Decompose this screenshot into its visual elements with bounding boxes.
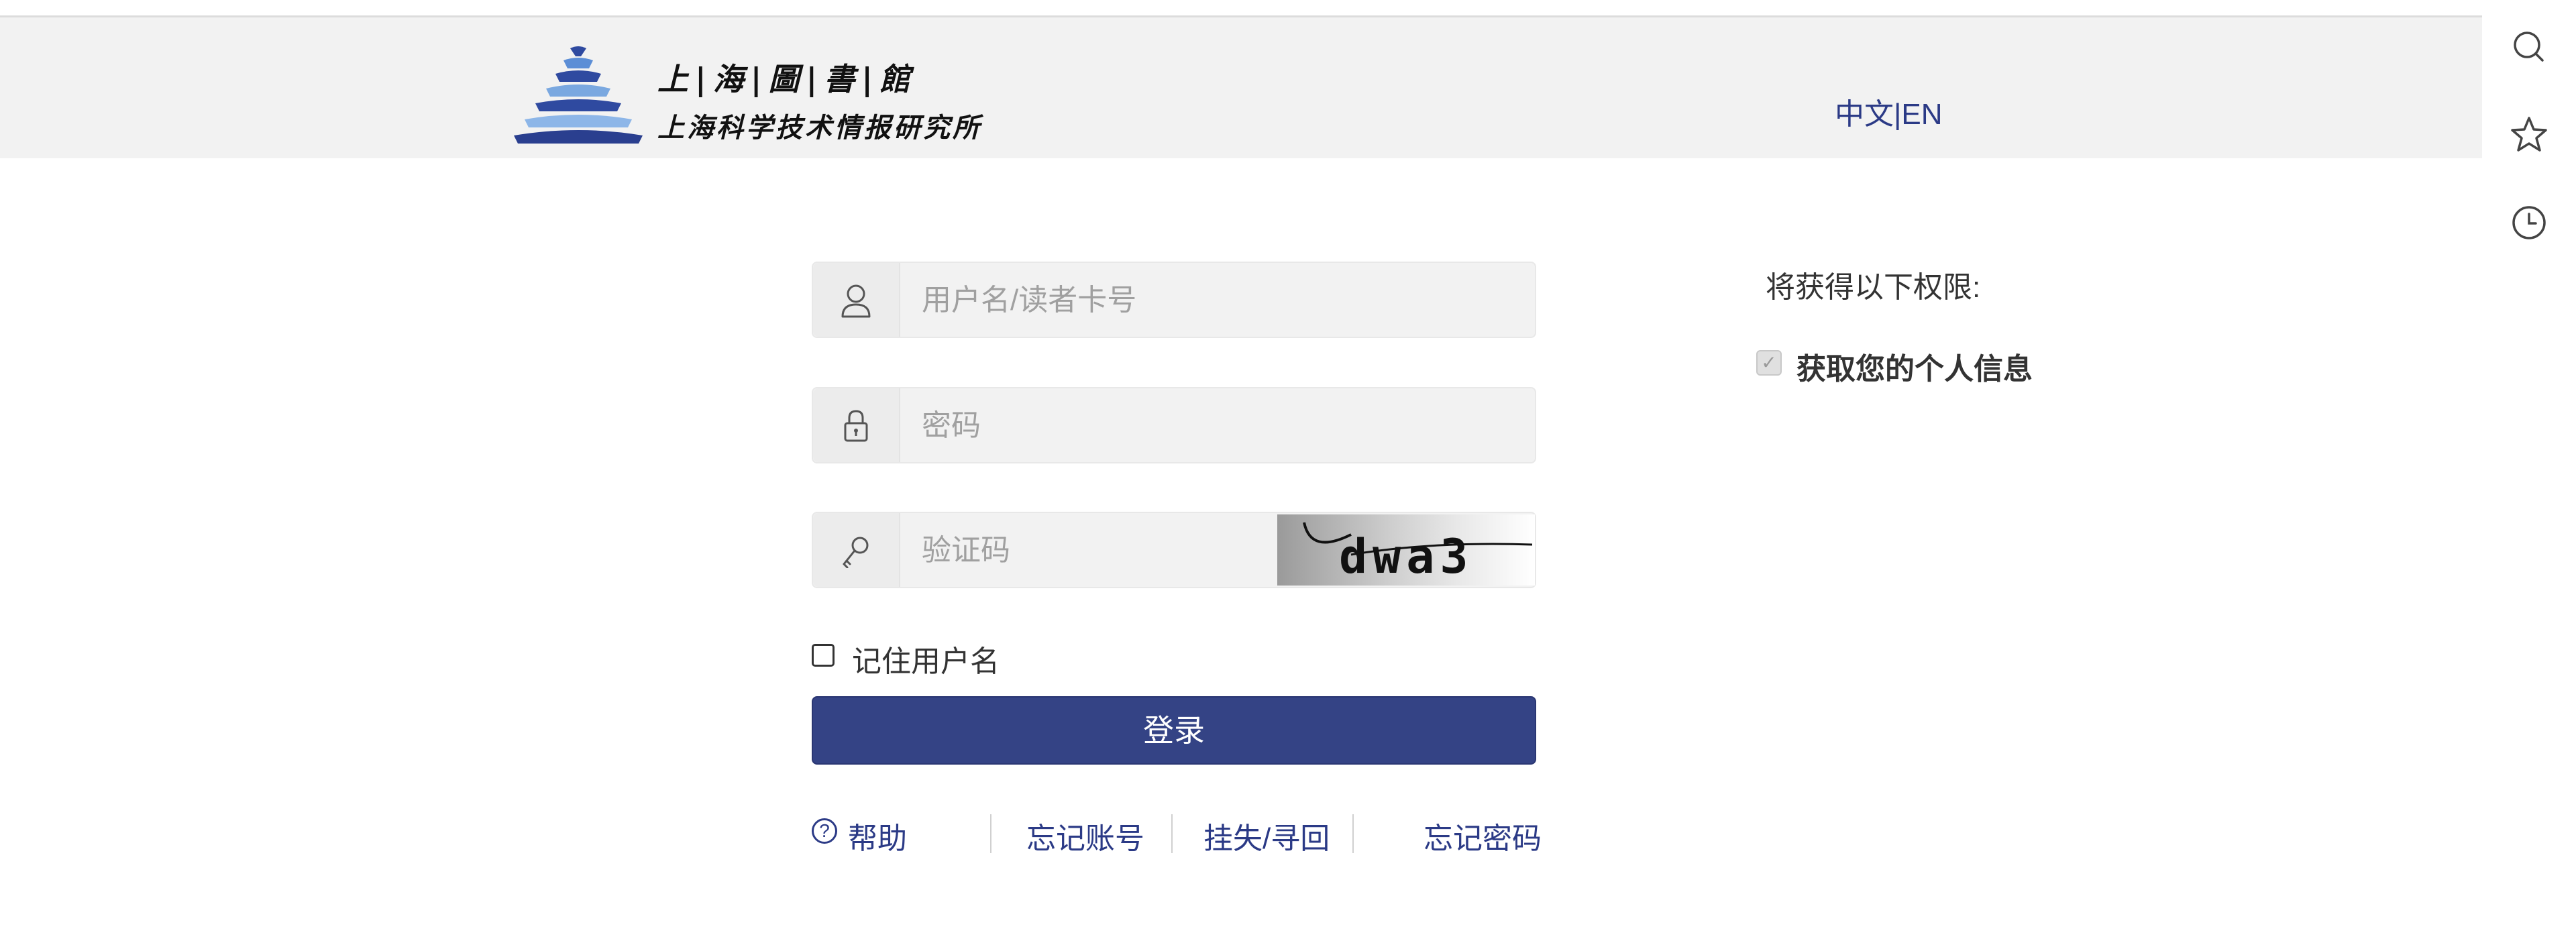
link-divider [1171,814,1173,853]
language-switch[interactable]: 中文|EN [1835,90,1943,133]
username-input[interactable] [920,278,1299,323]
user-icon [813,263,900,337]
captcha-image[interactable]: dwa3 [1277,514,1535,586]
permission-checkbox: ✓ [1756,350,1782,376]
captcha-field: dwa3 [812,512,1536,588]
help-link[interactable]: 帮助 [848,814,907,857]
forgot-password-link[interactable]: 忘记密码 [1424,814,1542,857]
link-divider [1352,814,1354,853]
key-icon [813,513,900,587]
library-logo[interactable]: 上|海|圖|書|館 上海科学技术情报研究所 [511,42,994,149]
lock-icon [813,388,900,462]
search-icon[interactable] [2509,27,2549,67]
password-field [812,387,1536,463]
remember-checkbox[interactable] [812,644,835,667]
permissions-title: 将获得以下权限: [1766,271,1981,304]
login-button[interactable]: 登录 [812,696,1536,765]
remember-label: 记住用户名 [852,645,1000,678]
password-input[interactable] [920,403,1299,449]
captcha-input[interactable] [920,528,1258,573]
logo-library-name: 上|海|圖|書|館 [657,61,917,97]
forgot-account-link[interactable]: 忘记账号 [1026,814,1144,857]
captcha-code: dwa3 [1339,529,1474,584]
link-divider [990,814,991,853]
username-field [812,262,1536,338]
permission-label: 获取您的个人信息 [1796,353,2033,386]
pyramid-logo-icon [514,46,643,144]
star-icon[interactable] [2509,114,2549,154]
clock-icon[interactable] [2509,203,2549,243]
logo-institute-name: 上海科学技术情报研究所 [657,112,982,144]
site-header: 上|海|圖|書|館 上海科学技术情报研究所 中文|EN [0,17,2482,158]
report-loss-link[interactable]: 挂失/寻回 [1203,814,1330,857]
help-icon[interactable]: ? [812,818,837,844]
top-border [0,0,2482,17]
auxiliary-links: ? 帮助 忘记账号 挂失/寻回 忘记密码 [812,809,1542,857]
